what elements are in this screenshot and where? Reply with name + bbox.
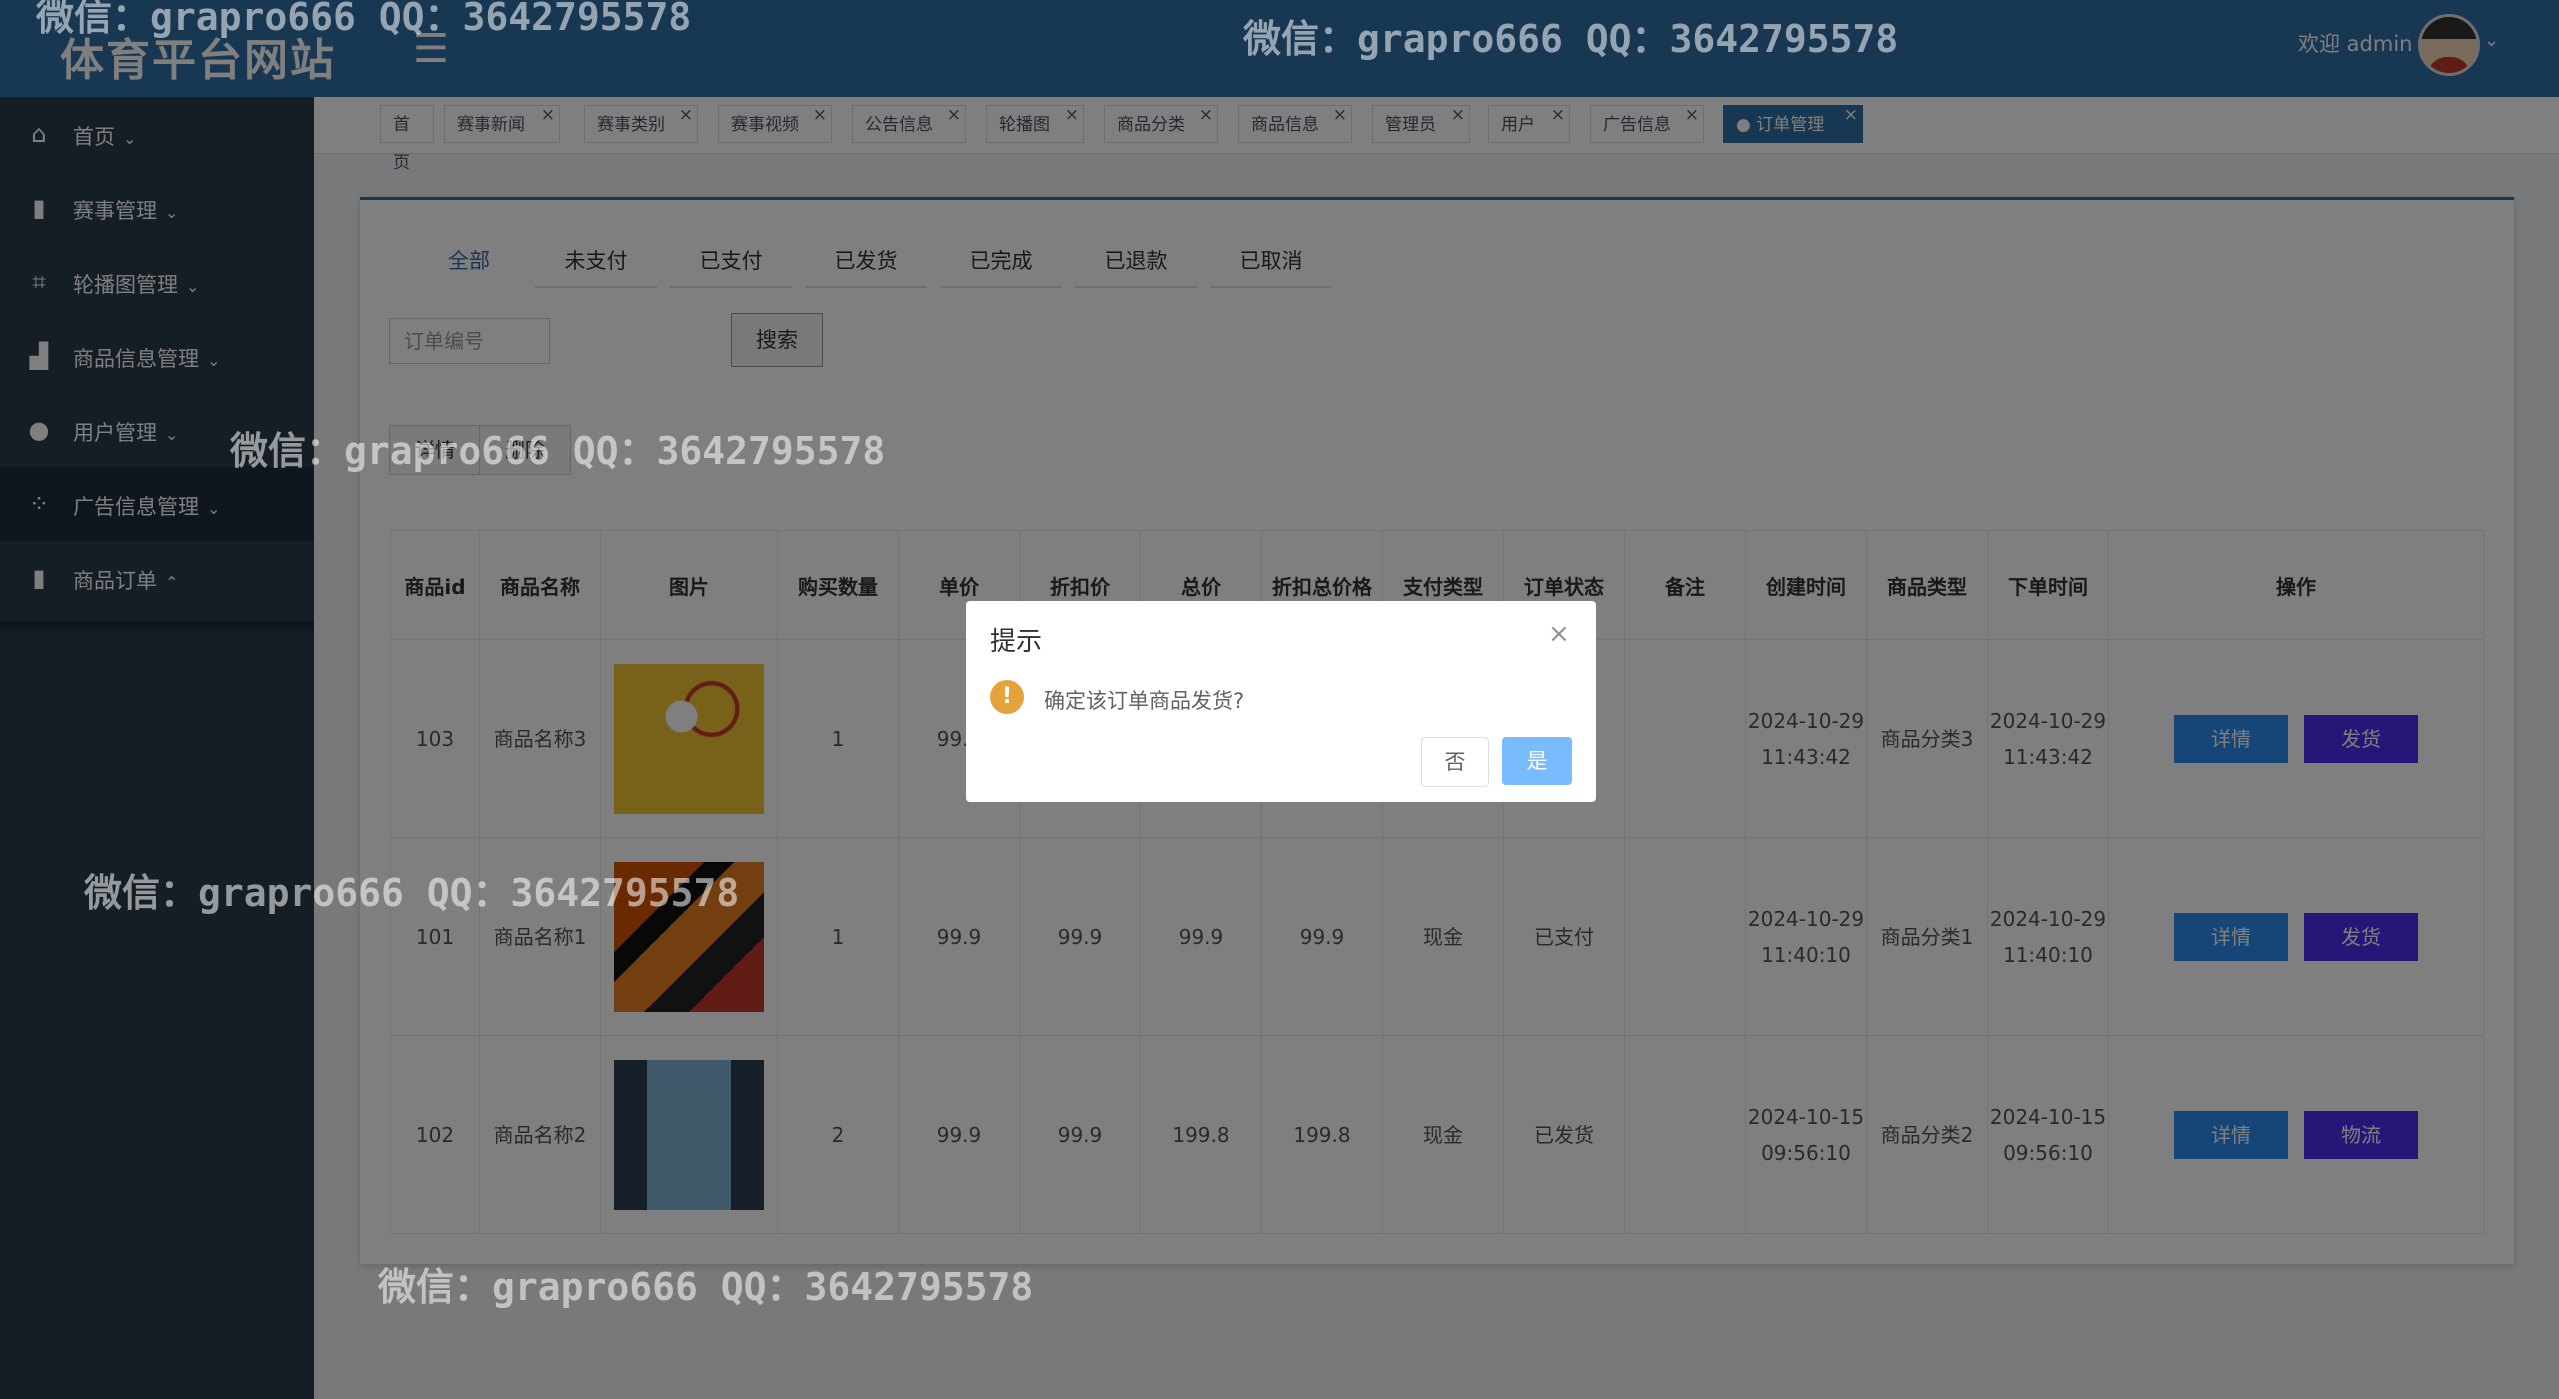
dialog-message: 确定该订单商品发货? xyxy=(1044,689,1245,713)
watermark: 微信：grapro666 QQ：3642795578 xyxy=(36,0,692,39)
confirm-button[interactable]: 是 xyxy=(1502,737,1572,785)
close-icon[interactable]: × xyxy=(1548,619,1570,649)
watermark: 微信：grapro666 QQ：3642795578 xyxy=(230,429,886,473)
watermark: 微信：grapro666 QQ：3642795578 xyxy=(378,1265,1034,1309)
confirm-dialog: 提示 × ! 确定该订单商品发货? 否 是 xyxy=(966,601,1596,802)
warning-icon: ! xyxy=(990,680,1024,714)
dialog-title: 提示 xyxy=(990,627,1043,657)
watermark: 微信：grapro666 QQ：3642795578 xyxy=(84,871,740,915)
cancel-button[interactable]: 否 xyxy=(1421,737,1489,787)
watermark: 微信：grapro666 QQ：3642795578 xyxy=(1243,17,1899,61)
